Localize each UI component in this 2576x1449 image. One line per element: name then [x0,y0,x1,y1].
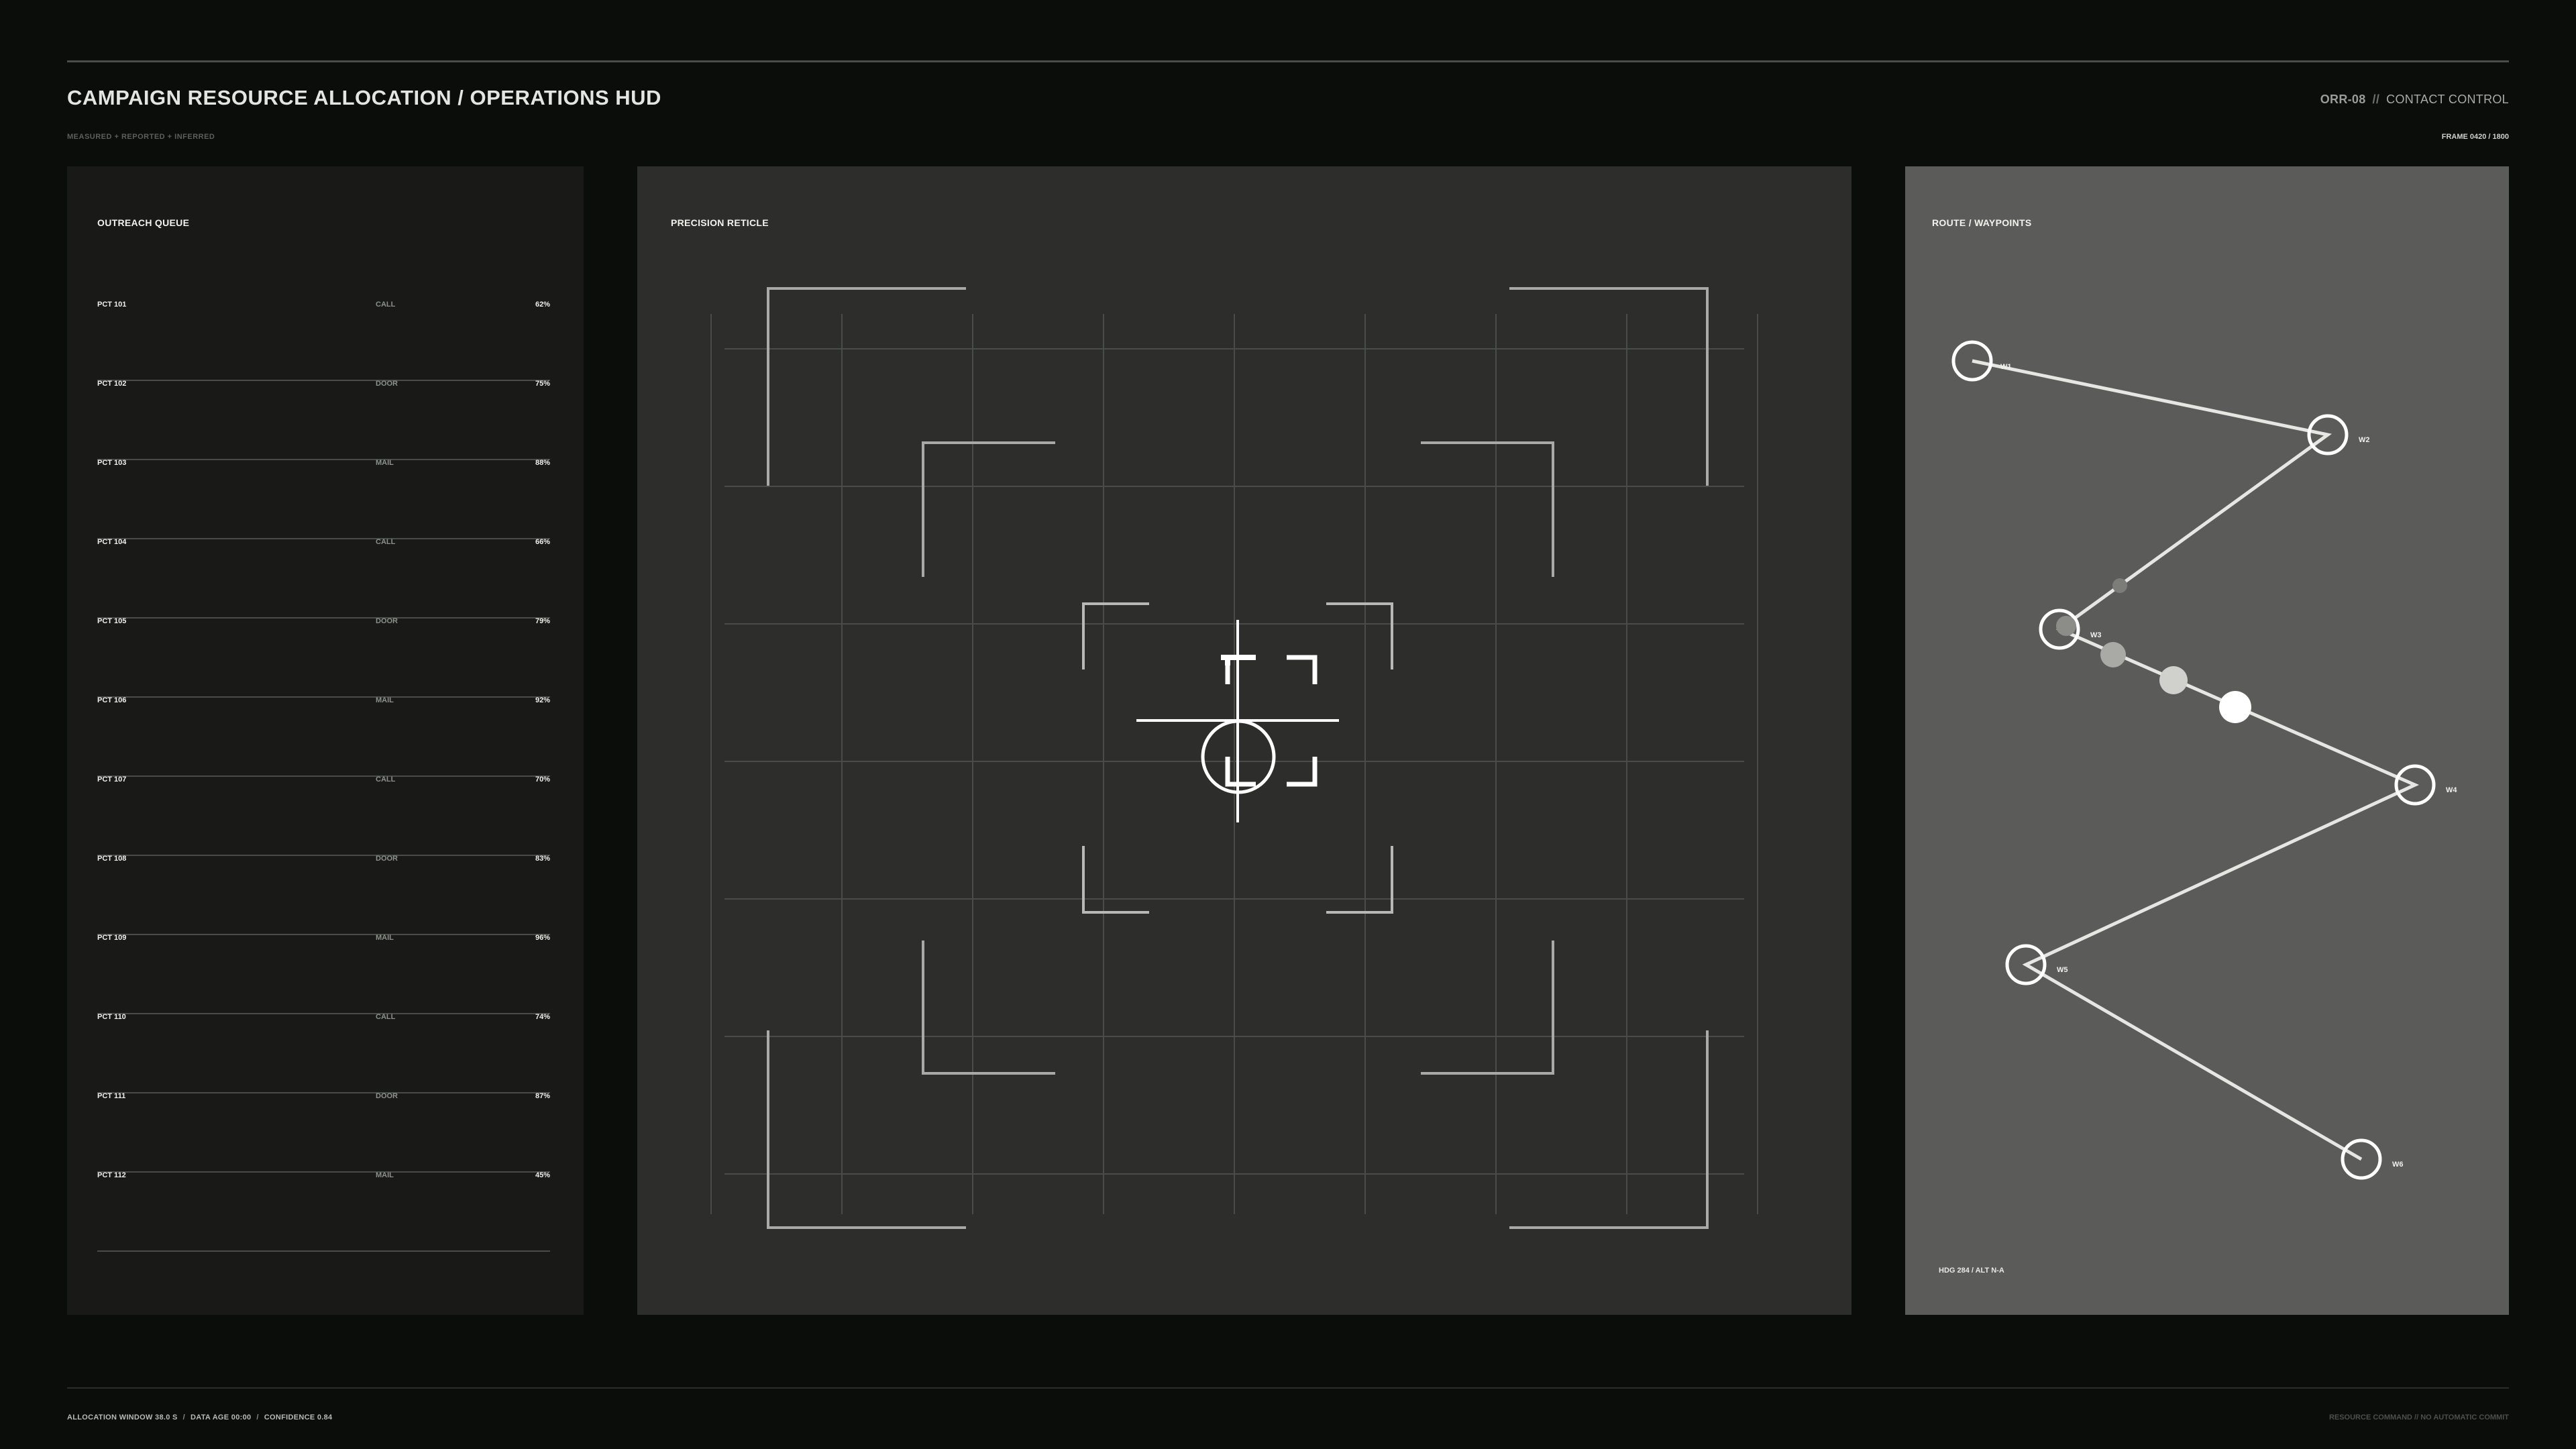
precinct-label: PCT 111 [97,1092,126,1100]
track-dots [2056,578,2251,723]
queue-row[interactable]: PCT 110 CALL 74% [97,1013,550,1093]
precinct-label: PCT 102 [97,380,127,388]
channel-label: DOOR [376,617,398,625]
channel-label: DOOR [376,380,398,388]
frame-counter: FRAME 0420 / 1800 [2441,133,2509,141]
waypoint-label: W3 [2090,631,2102,639]
precinct-label: PCT 112 [97,1171,126,1179]
channel-label: MAIL [376,934,394,942]
route-path [1972,359,2420,1161]
channel-label: DOOR [376,1092,398,1100]
footer-command-note: RESOURCE COMMAND // NO AUTOMATIC COMMIT [2328,1413,2509,1421]
precinct-label: PCT 101 [97,301,127,309]
waypoint-labels: W1 W2 W3 W4 W5 W6 [2000,363,2457,1169]
unit-identifier: ORR-08 // CONTACT CONTROL [2320,93,2509,107]
track-dot [2219,691,2251,723]
precinct-label: PCT 104 [97,538,127,546]
channel-label: MAIL [376,459,394,467]
queue-row[interactable]: PCT 111 DOOR 87% [97,1092,550,1173]
track-dot [2056,616,2076,636]
unit-role: CONTACT CONTROL [2386,93,2509,106]
queue-row[interactable]: PCT 106 MAIL 92% [97,696,550,777]
queue-row[interactable]: PCT 102 DOOR 75% [97,380,550,460]
track-dot [2159,666,2188,694]
data-age: DATA AGE 00:00 [191,1413,252,1421]
progress-value: 83% [535,855,550,863]
confidence: CONFIDENCE 0.84 [264,1413,333,1421]
progress-value: 75% [535,380,550,388]
waypoint-label: W5 [2057,966,2068,974]
bottom-rule [67,1387,2509,1389]
precinct-label: PCT 106 [97,696,127,704]
reticle-display[interactable] [637,166,1851,1315]
outreach-queue-label: OUTREACH QUEUE [97,217,190,228]
progress-value: 88% [535,459,550,467]
progress-value: 87% [535,1092,550,1100]
progress-value: 96% [535,934,550,942]
progress-value: 62% [535,301,550,309]
queue-row[interactable]: PCT 112 MAIL 45% [97,1171,550,1252]
reticle-grid [710,314,1758,1214]
unit-separator: // [2372,93,2380,106]
footer-separator: / [256,1413,259,1421]
footer-status: ALLOCATION WINDOW 38.0 S / DATA AGE 00:00 /… [67,1413,332,1421]
precinct-label: PCT 105 [97,617,127,625]
outreach-queue-panel: OUTREACH QUEUE PCT 101 CALL 62% PCT 102 … [67,166,584,1315]
page-title: CAMPAIGN RESOURCE ALLOCATION / OPERATION… [67,86,661,109]
progress-value: 70% [535,775,550,784]
queue-row[interactable]: PCT 109 MAIL 96% [97,934,550,1014]
waypoint-label: W4 [2446,786,2457,794]
queue-row[interactable]: PCT 103 MAIL 88% [97,459,550,539]
footer-separator: / [182,1413,186,1421]
unit-id: ORR-08 [2320,93,2366,106]
progress-value: 45% [535,1171,550,1179]
channel-label: CALL [376,1013,396,1021]
route-map[interactable]: W1 W2 W3 W4 W5 W6 [1905,166,2509,1315]
progress-value: 79% [535,617,550,625]
channel-label: DOOR [376,855,398,863]
queue-row[interactable]: PCT 104 CALL 66% [97,538,550,619]
precinct-label: PCT 103 [97,459,127,467]
track-dot [2100,642,2126,667]
channel-label: CALL [376,301,396,309]
progress-value: 74% [535,1013,550,1021]
progress-value: 92% [535,696,550,704]
page-subtitle: MEASURED + REPORTED + INFERRED [67,133,215,141]
route-waypoints-panel: ROUTE / WAYPOINTS W1 W2 W3 W4 W5 W6 HDG … [1905,166,2509,1315]
allocation-window: ALLOCATION WINDOW 38.0 S [67,1413,178,1421]
precinct-label: PCT 107 [97,775,127,784]
queue-row[interactable]: PCT 105 DOOR 79% [97,617,550,698]
track-dot [2112,578,2127,593]
channel-label: MAIL [376,696,394,704]
precinct-label: PCT 110 [97,1013,126,1021]
waypoint-label: W6 [2392,1161,2404,1169]
queue-row[interactable]: PCT 107 CALL 70% [97,775,550,856]
waypoint-label: W2 [2359,436,2370,444]
channel-label: CALL [376,775,396,784]
precinct-label: PCT 109 [97,934,127,942]
waypoint-label: W1 [2000,363,2012,371]
channel-label: MAIL [376,1171,394,1179]
heading-readout: HDG 284 / ALT N-A [1939,1267,2004,1275]
channel-label: CALL [376,538,396,546]
queue-row[interactable]: PCT 108 DOOR 83% [97,855,550,935]
progress-value: 66% [535,538,550,546]
top-rule [67,60,2509,62]
precision-reticle-panel: PRECISION RETICLE [637,166,1851,1315]
queue-row[interactable]: PCT 101 CALL 62% [97,301,550,381]
precinct-label: PCT 108 [97,855,127,863]
